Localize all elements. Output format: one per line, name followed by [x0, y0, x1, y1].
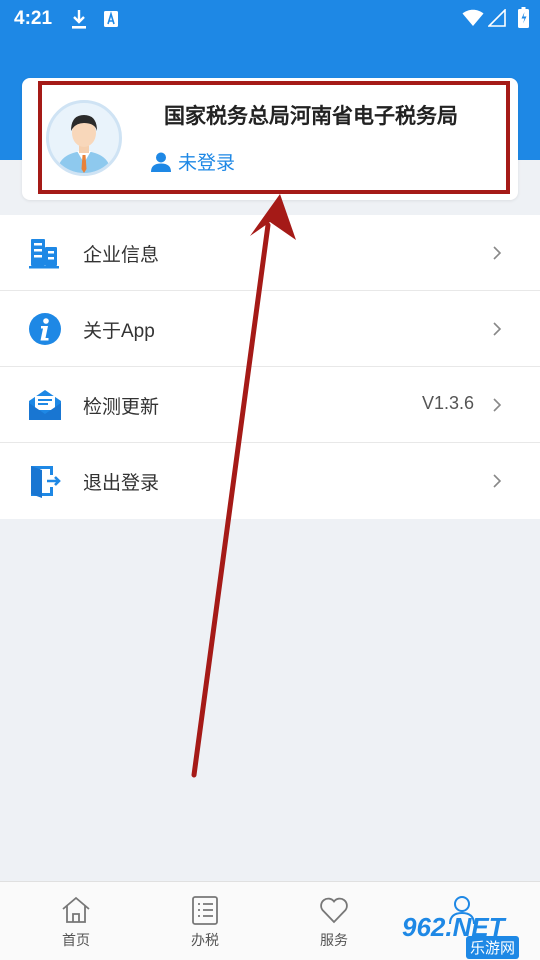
- nav-label: 服务: [320, 932, 348, 948]
- nav-tab-service[interactable]: 服务: [294, 894, 374, 950]
- watermark-sub: 乐游网: [466, 936, 520, 959]
- signal-icon: [488, 9, 506, 27]
- menu-label: 检测更新: [83, 397, 160, 418]
- chevron-right-icon: [493, 474, 502, 488]
- site-watermark: 962.NET 乐游网: [400, 908, 540, 960]
- building-icon: [29, 239, 59, 269]
- settings-menu: 企业信息 关于App 检测更新 V1.3.6 退出登录: [0, 215, 540, 519]
- a-notification-icon: [104, 11, 118, 27]
- download-icon: [72, 10, 86, 29]
- chevron-right-icon: [493, 246, 502, 260]
- version-value: V1.3.6: [421, 393, 474, 413]
- menu-label: 关于App: [83, 321, 155, 342]
- mail-update-icon: [29, 390, 61, 420]
- status-bar: 4:21: [0, 0, 540, 40]
- menu-label: 企业信息: [83, 245, 160, 266]
- list-icon: [192, 896, 218, 925]
- menu-item-logout[interactable]: 退出登录: [0, 443, 540, 519]
- menu-item-check-update[interactable]: 检测更新 V1.3.6: [0, 367, 540, 443]
- nav-label: 首页: [62, 932, 90, 948]
- menu-item-about-app[interactable]: 关于App: [0, 291, 540, 367]
- nav-tab-tax[interactable]: 办税: [165, 894, 245, 950]
- highlight-box: [38, 81, 510, 194]
- chevron-right-icon: [493, 398, 502, 412]
- chevron-right-icon: [493, 322, 502, 336]
- home-icon: [62, 896, 90, 923]
- info-icon: [29, 313, 61, 345]
- nav-label: 办税: [191, 932, 219, 948]
- status-time: 4:21: [14, 8, 53, 29]
- nav-tab-home[interactable]: 首页: [36, 894, 116, 950]
- battery-icon: [518, 7, 529, 28]
- logout-door-icon: [31, 466, 61, 498]
- heart-icon: [320, 897, 348, 924]
- menu-label: 退出登录: [83, 473, 160, 494]
- wifi-icon: [462, 9, 484, 26]
- menu-item-company-info[interactable]: 企业信息: [0, 215, 540, 291]
